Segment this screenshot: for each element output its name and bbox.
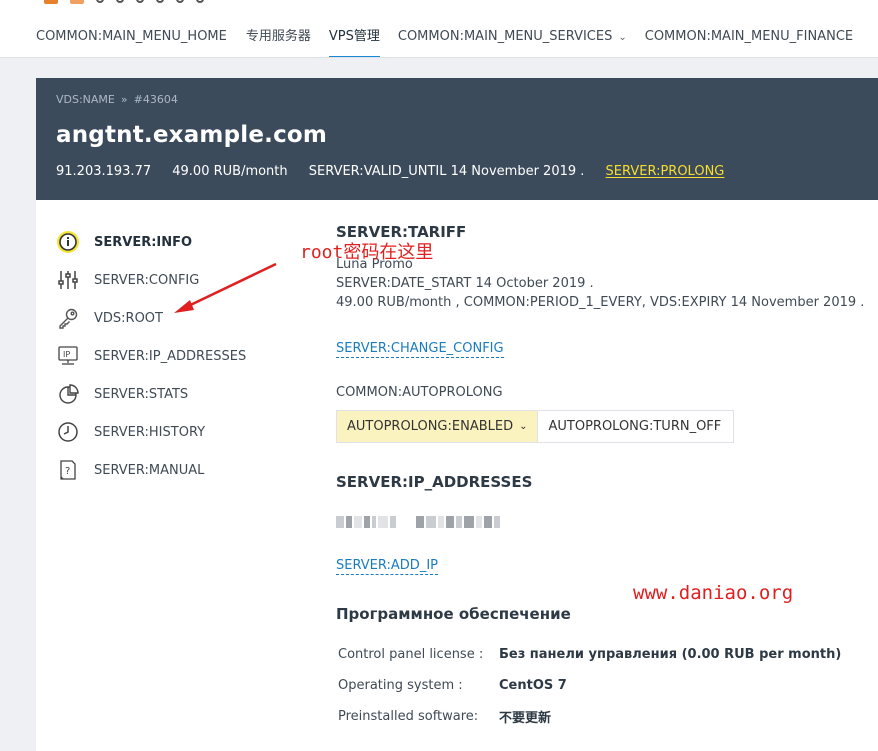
autoprolong-label: COMMON:AUTOPROLONG (336, 385, 503, 400)
nav-finance[interactable]: COMMON:MAIN_MENU_FINANCE (645, 16, 853, 57)
server-header: VDS:NAME» #43604 angtnt.example.com 91.20… (36, 78, 878, 200)
nav-home[interactable]: COMMON:MAIN_MENU_HOME (36, 16, 227, 57)
sidebar-item-ip-addresses[interactable]: IP SERVER:IP_ADDRESSES (56, 337, 276, 375)
info-icon (56, 230, 80, 254)
autoprolong-enabled-dropdown[interactable]: AUTOPROLONG:ENABLED ⌄ (337, 411, 539, 442)
logo (44, 0, 204, 6)
nav-dedicated[interactable]: 专用服务器 (246, 16, 311, 57)
tariff-period: 49.00 RUB/month , COMMON:PERIOD_1_EVERY,… (336, 295, 865, 310)
software-table: Control panel license : Без панели управ… (336, 639, 876, 732)
table-row: Control panel license : Без панели управ… (338, 647, 842, 662)
annotation-arrow-icon (174, 262, 277, 313)
svg-text:IP: IP (63, 350, 70, 359)
sidebar-item-stats[interactable]: SERVER:STATS (56, 375, 276, 413)
hostname-title: angtnt.example.com (56, 122, 328, 148)
tariff-date-start: SERVER:DATE_START 14 October 2019 . (336, 276, 594, 291)
nav-vps[interactable]: VPS管理 (328, 16, 380, 57)
server-ip: 91.203.193.77 (56, 164, 152, 179)
clock-icon (56, 420, 80, 444)
key-icon (56, 306, 80, 330)
sidebar-item-history[interactable]: SERVER:HISTORY (56, 413, 276, 451)
ip-addresses-heading: SERVER:IP_ADDRESSES (336, 473, 533, 491)
breadcrumb-name[interactable]: VDS:NAME (56, 93, 115, 106)
pie-chart-icon (56, 382, 80, 406)
main-nav: COMMON:MAIN_MENU_HOME 专用服务器 VPS管理 COMMON… (0, 16, 878, 58)
annotation-label: root密码在这里 (300, 242, 434, 263)
ip-address-blurred (336, 512, 876, 532)
autoprolong-control: AUTOPROLONG:ENABLED ⌄ AUTOPROLONG:TURN_OF… (336, 410, 734, 443)
ip-icon: IP (56, 344, 80, 368)
table-row: Operating system : CentOS 7 (338, 678, 567, 693)
prolong-link[interactable]: SERVER:PROLONG (606, 164, 725, 179)
autoprolong-turn-off-button[interactable]: AUTOPROLONG:TURN_OFF (538, 411, 732, 442)
top-strip (0, 0, 878, 16)
sliders-icon (56, 268, 80, 292)
software-heading: Программное обеспечение (336, 605, 571, 623)
breadcrumb: VDS:NAME» #43604 (56, 93, 178, 106)
help-doc-icon: ? (56, 458, 80, 482)
add-ip-link[interactable]: SERVER:ADD_IP (336, 558, 438, 575)
server-card: VDS:NAME» #43604 angtnt.example.com 91.20… (36, 78, 878, 751)
sidebar-item-manual[interactable]: ? SERVER:MANUAL (56, 451, 276, 489)
main-content: SERVER:TARIFF Luna Promo SERVER:DATE_STA… (336, 223, 876, 732)
svg-text:?: ? (65, 466, 70, 477)
watermark: www.daniao.org (633, 582, 794, 604)
valid-until: SERVER:VALID_UNTIL 14 November 2019 . (308, 164, 585, 179)
breadcrumb-id: #43604 (133, 93, 178, 106)
nav-services[interactable]: COMMON:MAIN_MENU_SERVICES ⌄ (398, 16, 627, 57)
table-row: Preinstalled software: 不要更新 (338, 709, 552, 726)
change-config-link[interactable]: SERVER:CHANGE_CONFIG (336, 341, 504, 358)
server-price: 49.00 RUB/month (172, 164, 288, 179)
server-meta: 91.203.193.77 49.00 RUB/month SERVER:VAL… (56, 164, 741, 179)
chevron-down-icon: ⌄ (618, 31, 627, 43)
sidebar-item-info[interactable]: SERVER:INFO (56, 223, 276, 261)
chevron-down-icon: ⌄ (519, 421, 528, 432)
